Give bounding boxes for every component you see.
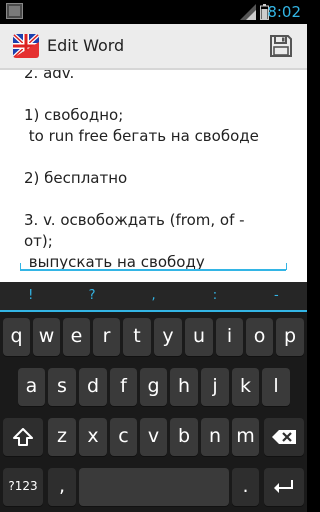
key-w[interactable]: w — [33, 318, 60, 356]
symbol-key[interactable]: , — [123, 282, 184, 310]
key-l[interactable]: l — [262, 368, 290, 406]
backspace-icon — [272, 429, 296, 444]
key-k[interactable]: k — [232, 368, 259, 406]
soft-keyboard: ! ? , : - q w e r t y u i o p a s d f g … — [0, 282, 307, 512]
flag-icon[interactable] — [13, 34, 39, 58]
key-m[interactable]: m — [232, 418, 259, 456]
comma-key[interactable]: , — [48, 468, 76, 506]
key-q[interactable]: q — [3, 318, 30, 356]
key-n[interactable]: n — [201, 418, 229, 456]
enter-key[interactable] — [264, 468, 304, 506]
period-key[interactable]: . — [232, 468, 259, 506]
space-key[interactable] — [79, 468, 229, 506]
backspace-key[interactable] — [264, 418, 304, 456]
text-field-underline — [20, 269, 286, 271]
key-d[interactable]: d — [79, 368, 107, 406]
edit-area[interactable]: 2. adv. 1) свободно; to run free бегать … — [0, 70, 307, 282]
key-c[interactable]: c — [110, 418, 137, 456]
shift-arrow-icon — [13, 427, 33, 446]
enter-icon — [274, 479, 293, 493]
key-t[interactable]: t — [123, 318, 151, 356]
key-x[interactable]: x — [79, 418, 107, 456]
key-s[interactable]: s — [48, 368, 76, 406]
numbers-key[interactable]: ?123 — [3, 468, 43, 506]
notification-icon — [6, 3, 23, 19]
key-z[interactable]: z — [48, 418, 76, 456]
word-text-field[interactable]: 2. adv. 1) свободно; to run free бегать … — [24, 70, 292, 273]
status-bar: 8:02 — [0, 0, 307, 24]
shift-key[interactable] — [3, 418, 43, 456]
keyboard-divider — [0, 310, 307, 312]
action-bar: Edit Word — [0, 24, 307, 70]
symbol-key[interactable]: - — [246, 282, 307, 310]
key-j[interactable]: j — [201, 368, 229, 406]
key-r[interactable]: r — [93, 318, 120, 356]
wifi-signal-icon — [240, 4, 256, 20]
key-u[interactable]: u — [185, 318, 213, 356]
symbol-key[interactable]: ? — [61, 282, 122, 310]
key-g[interactable]: g — [140, 368, 167, 406]
symbol-key[interactable]: : — [184, 282, 245, 310]
symbol-suggestion-row: ! ? , : - — [0, 282, 307, 310]
key-o[interactable]: o — [246, 318, 273, 356]
text-field-underline-right — [286, 263, 287, 270]
save-icon[interactable] — [269, 34, 293, 58]
symbol-key[interactable]: ! — [0, 282, 61, 310]
key-i[interactable]: i — [216, 318, 243, 356]
key-b[interactable]: b — [170, 418, 198, 456]
status-time: 8:02 — [267, 3, 301, 21]
key-f[interactable]: f — [110, 368, 137, 406]
key-y[interactable]: y — [154, 318, 182, 356]
key-v[interactable]: v — [140, 418, 167, 456]
key-a[interactable]: a — [18, 368, 45, 406]
key-h[interactable]: h — [170, 368, 198, 406]
key-p[interactable]: p — [276, 318, 304, 356]
key-e[interactable]: e — [63, 318, 90, 356]
page-title: Edit Word — [47, 36, 125, 55]
